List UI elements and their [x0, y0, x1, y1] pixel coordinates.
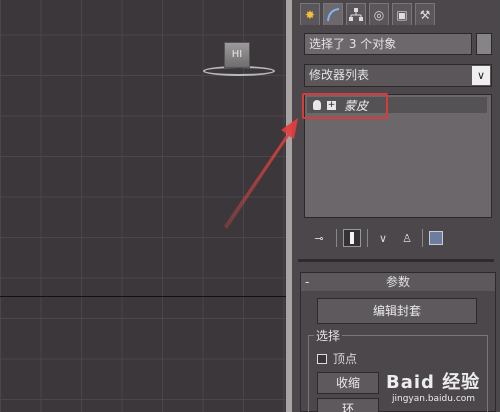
object-color-swatch[interactable] — [476, 33, 492, 55]
fork-icon: ∨ — [378, 231, 388, 245]
star-icon: ✸ — [304, 7, 316, 22]
tab-hierarchy[interactable] — [346, 3, 366, 25]
rollout-title: 参数 — [385, 275, 410, 289]
toolbar-divider — [367, 229, 368, 247]
baidu-watermark: Baid 经验 jingyan.baidu.com — [386, 368, 500, 410]
helper-object[interactable]: HI — [224, 42, 250, 68]
tab-create[interactable]: ✸ — [300, 3, 320, 25]
checkbox-icon[interactable] — [317, 353, 327, 364]
hammer-icon: ⚒ — [419, 7, 431, 22]
vertex-checkbox[interactable]: 顶点 — [317, 350, 357, 367]
command-panel: ✸ ◎ ▣ ⚒ 选择了 3 个对象 修改器列表 ∨ + 蒙皮 ⊸ ∨ ♙ - 参… — [292, 0, 500, 412]
panel-tabs: ✸ ◎ ▣ ⚒ — [300, 3, 438, 27]
tab-utilities[interactable]: ⚒ — [415, 3, 435, 25]
display-icon: ▣ — [396, 7, 408, 22]
pin-icon: ⊸ — [314, 231, 324, 245]
loop-button[interactable]: 环 — [317, 398, 379, 412]
pin-stack-button[interactable]: ⊸ — [308, 229, 330, 247]
viewport[interactable]: HI — [0, 0, 290, 412]
selection-text: 选择了 3 个对象 — [309, 37, 397, 51]
selection-name-field[interactable]: 选择了 3 个对象 — [304, 33, 472, 55]
tab-display[interactable]: ▣ — [392, 3, 412, 25]
highlight-box — [302, 93, 388, 119]
shrink-button[interactable]: 收缩 — [317, 372, 379, 394]
modifier-list-dropdown[interactable]: 修改器列表 ∨ — [304, 64, 492, 87]
show-end-result-button[interactable] — [343, 229, 361, 247]
panel-divider — [298, 259, 494, 262]
tab-motion[interactable]: ◎ — [369, 3, 389, 25]
trash-icon: ♙ — [402, 231, 412, 245]
modifier-list-label: 修改器列表 — [309, 68, 370, 82]
chevron-down-icon[interactable]: ∨ — [472, 66, 490, 85]
toolbar-divider — [422, 229, 423, 247]
helper-label: HI — [231, 49, 243, 60]
watermark-brand: Baid 经验 — [386, 372, 481, 393]
vertex-label: 顶点 — [333, 352, 358, 366]
make-unique-button[interactable]: ∨ — [374, 229, 392, 247]
tab-modify[interactable] — [323, 3, 343, 25]
curve-icon — [327, 7, 340, 21]
configure-modifier-sets-button[interactable] — [429, 231, 443, 245]
collapse-icon: - — [305, 275, 310, 289]
hierarchy-icon — [349, 7, 363, 21]
toolbar-divider — [336, 229, 337, 247]
selection-group-label: 选择 — [314, 327, 343, 344]
remove-modifier-button[interactable]: ♙ — [398, 229, 416, 247]
viewport-axis-line — [0, 296, 290, 297]
pipe-icon — [350, 232, 354, 244]
rollout-header[interactable]: - 参数 — [301, 273, 495, 291]
stack-toolbar: ⊸ ∨ ♙ — [308, 228, 488, 248]
watermark-url: jingyan.baidu.com — [392, 394, 476, 404]
edit-envelope-button[interactable]: 编辑封套 — [317, 298, 477, 324]
motion-icon: ◎ — [373, 7, 385, 22]
